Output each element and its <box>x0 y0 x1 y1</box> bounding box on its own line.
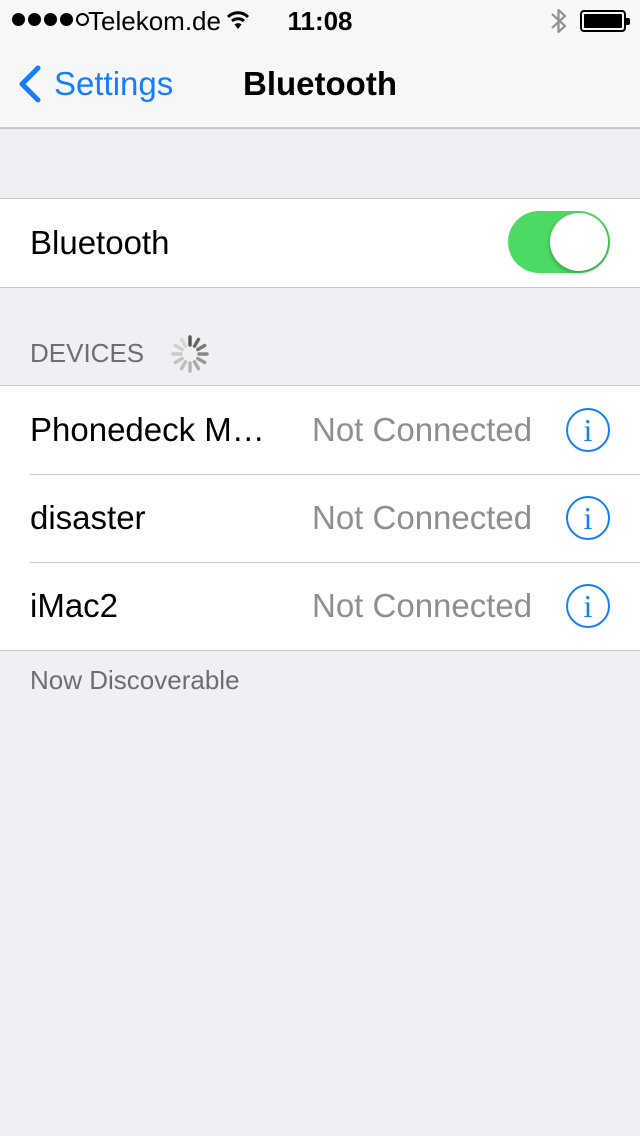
status-bar: Telekom.de 11:08 <box>0 0 640 40</box>
device-status: Not Connected <box>312 411 533 448</box>
switch-knob <box>550 213 608 271</box>
bluetooth-toggle-label: Bluetooth <box>30 224 170 261</box>
device-name: iMac2 <box>30 587 119 624</box>
devices-list: Phonedeck M… Not Connected i disaster No… <box>0 385 640 651</box>
bluetooth-switch[interactable] <box>508 211 610 273</box>
device-row[interactable]: Phonedeck M… Not Connected i <box>0 386 640 474</box>
battery-icon <box>580 10 630 32</box>
clock: 11:08 <box>287 6 353 36</box>
bluetooth-settings-screen: Telekom.de 11:08 Settings Bluetooth Blue… <box>0 0 640 1136</box>
loading-spinner-icon <box>171 335 209 373</box>
device-name: disaster <box>30 499 146 536</box>
devices-section-header: DEVICES <box>30 338 145 368</box>
top-bar: Telekom.de 11:08 Settings Bluetooth <box>0 0 640 129</box>
battery-nub <box>626 18 630 25</box>
device-status: Not Connected <box>312 587 533 624</box>
battery-level <box>584 14 622 28</box>
info-icon[interactable]: i <box>566 584 610 628</box>
bluetooth-toggle-row: Bluetooth <box>0 199 640 287</box>
info-icon[interactable]: i <box>566 408 610 452</box>
device-row[interactable]: disaster Not Connected i <box>0 474 640 562</box>
discoverable-status: Now Discoverable <box>30 665 240 695</box>
page-title: Bluetooth <box>243 65 397 102</box>
device-status: Not Connected <box>312 499 533 536</box>
info-icon[interactable]: i <box>566 496 610 540</box>
device-row[interactable]: iMac2 Not Connected i <box>0 562 640 650</box>
bluetooth-toggle-group: Bluetooth <box>0 198 640 288</box>
bluetooth-icon <box>549 6 569 41</box>
device-name: Phonedeck M… <box>30 411 265 448</box>
